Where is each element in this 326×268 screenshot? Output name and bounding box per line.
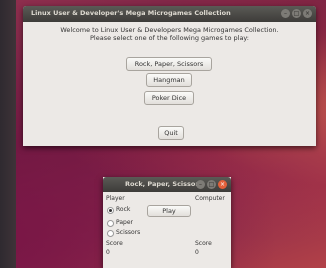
welcome-line-1: Welcome to Linux User & Developers Mega … — [60, 26, 279, 34]
hangman-button[interactable]: Hangman — [146, 73, 192, 87]
option-paper-label: Paper — [116, 219, 133, 226]
main-window-titlebar[interactable]: Linux User & Developer's Mega Microgames… — [23, 6, 316, 22]
welcome-text: Welcome to Linux User & Developers Mega … — [23, 26, 316, 42]
radio-rock[interactable] — [107, 207, 114, 214]
option-rock-label: Rock — [116, 206, 131, 213]
rps-window: Rock, Paper, Scissors – □ × Player Compu… — [103, 177, 231, 268]
welcome-line-2: Please select one of the following games… — [89, 34, 249, 42]
minimize-icon[interactable]: – — [281, 9, 290, 18]
close-icon[interactable]: × — [303, 9, 312, 18]
quit-button[interactable]: Quit — [158, 126, 184, 140]
rps-window-titlebar[interactable]: Rock, Paper, Scissors – □ × — [103, 177, 231, 192]
main-window-title: Linux User & Developer's Mega Microgames… — [31, 9, 231, 17]
poker-dice-button[interactable]: Poker Dice — [144, 91, 194, 105]
computer-score-value: 0 — [195, 249, 199, 256]
radio-scissors[interactable] — [107, 230, 114, 237]
rps-button[interactable]: Rock, Paper, Scissors — [126, 57, 212, 71]
computer-label: Computer — [195, 195, 225, 202]
minimize-icon[interactable]: – — [196, 180, 205, 189]
close-icon[interactable]: × — [218, 180, 227, 189]
maximize-icon[interactable]: □ — [292, 9, 301, 18]
player-score-label: Score — [106, 240, 123, 247]
option-scissors-label: Scissors — [116, 229, 141, 236]
side-panel — [0, 0, 16, 268]
player-score-value: 0 — [106, 249, 110, 256]
play-button[interactable]: Play — [147, 205, 191, 217]
main-window: Linux User & Developer's Mega Microgames… — [23, 6, 316, 146]
player-label: Player — [106, 195, 125, 202]
maximize-icon[interactable]: □ — [207, 180, 216, 189]
radio-paper[interactable] — [107, 220, 114, 227]
computer-score-label: Score — [195, 240, 212, 247]
